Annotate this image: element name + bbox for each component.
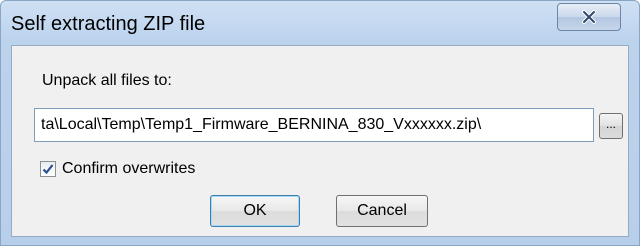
confirm-overwrites-label: Confirm overwrites bbox=[62, 160, 196, 177]
dialog-window: Self extracting ZIP file Unpack all file… bbox=[0, 0, 640, 246]
browse-button[interactable]: ... bbox=[599, 113, 623, 139]
confirm-overwrites-checkbox[interactable] bbox=[40, 161, 56, 177]
close-button[interactable] bbox=[557, 3, 621, 31]
ok-button[interactable]: OK bbox=[210, 195, 300, 227]
cancel-button[interactable]: Cancel bbox=[336, 195, 428, 227]
window-title: Self extracting ZIP file bbox=[11, 13, 206, 35]
dialog-body: Unpack all files to: ta\Local\Temp\Temp1… bbox=[11, 45, 629, 237]
close-icon bbox=[582, 10, 596, 24]
unpack-label: Unpack all files to: bbox=[42, 72, 172, 89]
checkmark-icon bbox=[42, 164, 54, 175]
confirm-overwrites-row[interactable]: Confirm overwrites bbox=[40, 158, 195, 180]
title-bar[interactable]: Self extracting ZIP file bbox=[1, 1, 639, 45]
destination-path-input[interactable]: ta\Local\Temp\Temp1_Firmware_BERNINA_830… bbox=[34, 108, 594, 142]
